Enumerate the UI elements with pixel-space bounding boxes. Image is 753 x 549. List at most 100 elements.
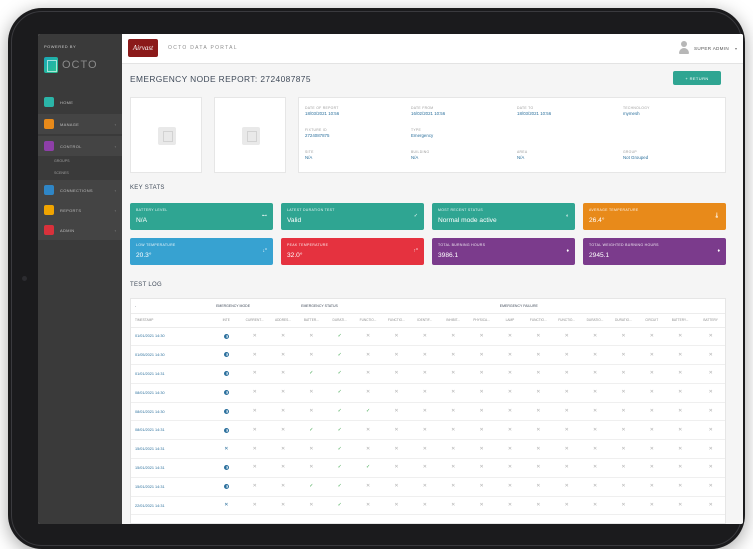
check-icon: ✓: [325, 477, 354, 497]
column-header[interactable]: FUNCTIO...: [524, 313, 553, 328]
check-icon: ✓: [325, 402, 354, 422]
column-header[interactable]: DURATI...: [325, 313, 354, 328]
temperature-high-icon: ↑°: [413, 248, 419, 254]
column-header[interactable]: INTE: [212, 313, 241, 328]
table-row[interactable]: 01/05/2021 14:30 ✕ ✕ ✕ ✓ ✕ ✕ ✕ ✕ ✕ ✕ ✕ ✕ ✕ ✕ ✕ ✕ ✕: [131, 345, 725, 366]
table-row[interactable]: 01/01/2021 14:31 ✕ ✕ ✓ ✓ ✕ ✕ ✕ ✕ ✕ ✕ ✕ ✕ ✕ ✕ ✕ ✕ ✕: [131, 364, 725, 384]
stat-total-weighted-burning-hours: TOTAL WEIGHTED BURNING HOURS 2945.1 ♦: [583, 238, 726, 265]
cross-icon: ✕: [382, 364, 411, 384]
cross-icon: ✕: [495, 327, 525, 347]
cross-icon: ✕: [694, 420, 725, 441]
stat-label: MOST RECENT STATUS: [438, 208, 484, 212]
cross-icon: ✕: [382, 383, 411, 403]
cross-icon: ✕: [297, 327, 326, 347]
sidebar-item-reports[interactable]: REPORTS ‹: [38, 200, 122, 220]
cross-icon: ✕: [268, 439, 298, 460]
cross-icon: ✕: [580, 477, 610, 497]
table-row[interactable]: 08/01/2021 14:31 ✕ ✕ ✓ ✓ ✕ ✕ ✕ ✕ ✕ ✕ ✕ ✕ ✕ ✕ ✕ ✕ ✕: [131, 420, 725, 441]
stat-value: 32.0°: [287, 252, 303, 259]
column-header[interactable]: INHIBIT...: [438, 313, 468, 328]
column-header[interactable]: BATTER...: [297, 313, 326, 328]
cross-icon: ✕: [580, 420, 610, 441]
column-header[interactable]: BATTERY: [694, 313, 725, 328]
column-header[interactable]: PHYSICA...: [467, 313, 496, 328]
sidebar-item-control[interactable]: CONTROL ‹: [38, 136, 122, 156]
cross-icon: ✕: [495, 477, 525, 497]
status-cell: [212, 327, 241, 347]
cross-icon: ✕: [382, 345, 411, 366]
sidebar-item-manage[interactable]: MANAGE ‹: [38, 114, 122, 134]
cross-icon: ✕: [438, 477, 468, 497]
cross-icon: ✕: [637, 496, 666, 516]
column-header[interactable]: BATTERY...: [665, 313, 695, 328]
check-icon: ✓: [297, 477, 326, 497]
octo-logo[interactable]: OCTO: [44, 54, 116, 76]
cross-icon: ✕: [665, 420, 695, 441]
column-header[interactable]: TIMESTAMP: [131, 313, 213, 328]
cross-icon: ✕: [438, 496, 468, 516]
cross-icon: ✕: [694, 402, 725, 422]
sidebar-subitem-groups[interactable]: GROUPS: [54, 159, 70, 163]
table-row[interactable]: 08/01/2021 14:30 ✕ ✕ ✕ ✓ ✓ ✕ ✕ ✕ ✕ ✕ ✕ ✕ ✕ ✕ ✕ ✕ ✕: [131, 402, 725, 422]
cross-icon: ✕: [495, 345, 525, 366]
cross-icon: ✕: [665, 364, 695, 384]
group-header-blank: -: [131, 299, 213, 314]
column-header[interactable]: CURRENT...: [240, 313, 269, 328]
return-button[interactable]: + RETURN: [673, 71, 721, 85]
column-header[interactable]: ADDRES...: [268, 313, 298, 328]
cross-icon: ✕: [438, 439, 468, 460]
info-area: AREA N/A: [517, 150, 527, 160]
info-value: 18/03/2021 10:56: [305, 111, 340, 116]
status-cell: [212, 345, 241, 366]
column-header[interactable]: CIRCUIT: [637, 313, 666, 328]
cross-icon: ✕: [580, 327, 610, 347]
cross-icon: ✕: [524, 364, 553, 384]
table-row[interactable]: 22/01/2021 14:31 ✕ ✕ ✕ ✕ ✓ ✕ ✕ ✕ ✕ ✕ ✕ ✕ ✕ ✕ ✕ ✕ ✕ ✕: [131, 496, 725, 516]
cross-icon: ✕: [495, 420, 525, 441]
column-header[interactable]: IDENTIF...: [410, 313, 439, 328]
cross-icon: ✕: [410, 458, 439, 478]
table-row[interactable]: 15/01/2021 14:31 ✕ ✕ ✕ ✓ ✓ ✕ ✕ ✕ ✕ ✕ ✕ ✕ ✕ ✕ ✕ ✕ ✕: [131, 458, 725, 478]
cross-icon: ✕: [665, 458, 695, 478]
info-technology: TECHNOLOGY mymesh: [623, 106, 650, 116]
table-row[interactable]: 15/01/2021 14:31 ✕ ✕ ✕ ✕ ✓ ✕ ✕ ✕ ✕ ✕ ✕ ✕ ✕ ✕ ✕ ✕ ✕ ✕: [131, 439, 725, 460]
cross-icon: ✕: [637, 439, 666, 460]
airvast-logo[interactable]: Airvast: [128, 39, 158, 57]
status-cell: [212, 402, 241, 422]
table-row[interactable]: 01/01/2021 14:30 ✕ ✕ ✕ ✓ ✕ ✕ ✕ ✕ ✕ ✕ ✕ ✕ ✕ ✕ ✕ ✕ ✕: [131, 327, 725, 347]
cross-icon: ✕: [694, 383, 725, 403]
info-building: BUILDING N/A: [411, 150, 429, 160]
cross-icon: ✕: [240, 439, 269, 460]
column-header[interactable]: LAMP: [495, 313, 525, 328]
cross-icon: ✕: [524, 458, 553, 478]
user-avatar-icon[interactable]: [679, 41, 689, 55]
half-circle-icon: [223, 352, 229, 358]
info-date-of-report: DATE OF REPORT 18/03/2021 10:56: [305, 106, 339, 116]
column-header[interactable]: FUNCTIO...: [552, 313, 581, 328]
cross-icon: ✕: [637, 477, 666, 497]
image-placeholder-icon: [242, 127, 260, 145]
info-group: GROUP Not Grouped: [623, 150, 648, 160]
sidebar-subitem-scenes[interactable]: SCENES: [54, 171, 69, 175]
cross-icon: ✕: [609, 345, 638, 366]
column-header[interactable]: FUNCTIO...: [382, 313, 411, 328]
sidebar-item-label: REPORTS: [60, 207, 82, 213]
sidebar-item-connections[interactable]: CONNECTIONS ‹: [38, 180, 122, 200]
user-menu-label[interactable]: SUPER ADMIN: [694, 46, 729, 51]
chevron-down-icon[interactable]: ▾: [735, 46, 737, 51]
status-cell: [212, 458, 241, 478]
sidebar-item-admin[interactable]: ADMIN ‹: [38, 220, 122, 240]
table-row[interactable]: 08/01/2021 14:30 ✕ ✕ ✕ ✓ ✕ ✕ ✕ ✕ ✕ ✕ ✕ ✕ ✕ ✕ ✕ ✕ ✕: [131, 383, 725, 403]
cross-icon: ✕: [580, 345, 610, 366]
sidebar-item-label: MANAGE: [60, 121, 80, 127]
cross-icon: ✕: [665, 345, 695, 366]
cross-icon: ✕: [410, 345, 439, 366]
sidebar-item-home[interactable]: HOME: [38, 92, 122, 112]
cross-icon: ✕: [240, 364, 269, 384]
column-header[interactable]: FUNCTIO...: [353, 313, 383, 328]
column-header[interactable]: DURATIO...: [609, 313, 638, 328]
table-row[interactable]: 15/01/2021 14:31 ✕ ✕ ✓ ✓ ✕ ✕ ✕ ✕ ✕ ✕ ✕ ✕ ✕ ✕ ✕ ✕ ✕: [131, 477, 725, 497]
column-header[interactable]: DURATIO...: [580, 313, 610, 328]
admin-icon: [44, 225, 54, 235]
cross-icon: ✕: [609, 327, 638, 347]
